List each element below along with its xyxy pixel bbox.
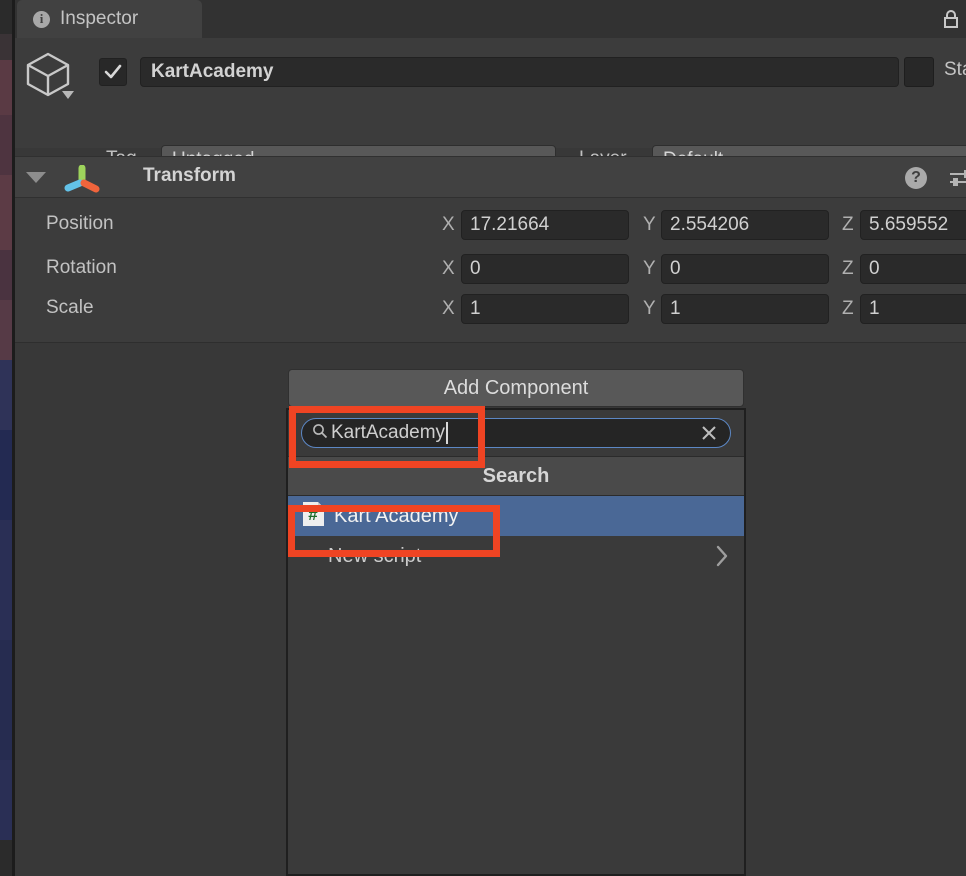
component-search-row: KartAcademy xyxy=(288,410,744,456)
scale-label: Scale xyxy=(46,297,94,318)
rotation-x-axis-label: X xyxy=(442,258,455,279)
inspector-tab-bar: i Inspector xyxy=(15,0,966,38)
position-y-axis-label: Y xyxy=(643,214,656,235)
transform-row-rotation: Rotation X 0 Y 0 Z 0 xyxy=(15,252,966,286)
help-icon[interactable]: ? xyxy=(905,167,927,189)
scale-x-input[interactable]: 1 xyxy=(461,294,629,324)
close-icon[interactable] xyxy=(698,422,720,444)
search-section-header: Search xyxy=(288,456,744,496)
transform-row-scale: Scale X 1 Y 1 Z 1 xyxy=(15,292,966,326)
rotation-z-axis-label: Z xyxy=(842,258,854,279)
foldout-triangle-icon[interactable] xyxy=(26,172,46,183)
lock-icon[interactable] xyxy=(940,8,962,30)
component-result-kart-academy[interactable]: # Kart Academy xyxy=(288,496,744,536)
component-search-value: KartAcademy xyxy=(331,422,446,443)
rotation-z-input[interactable]: 0 xyxy=(860,254,966,284)
text-cursor xyxy=(446,422,449,444)
search-icon xyxy=(312,423,328,444)
tab-inspector[interactable]: i Inspector xyxy=(17,0,202,38)
transform-title: Transform xyxy=(143,165,236,186)
rotation-label: Rotation xyxy=(46,257,117,278)
scale-z-axis-label: Z xyxy=(842,298,854,319)
static-checkbox[interactable] xyxy=(904,57,934,87)
new-script-row[interactable]: New script xyxy=(288,536,744,576)
preset-settings-icon[interactable] xyxy=(949,168,966,188)
component-result-label: Kart Academy xyxy=(334,504,459,527)
rotation-y-input[interactable]: 0 xyxy=(661,254,829,284)
add-component-button[interactable]: Add Component xyxy=(288,369,744,407)
section-divider xyxy=(15,342,966,343)
gameobject-enabled-checkbox[interactable] xyxy=(99,58,127,86)
position-y-input[interactable]: 2.554206 xyxy=(661,210,829,240)
position-label: Position xyxy=(46,213,114,234)
dropdown-empty-area xyxy=(288,576,744,874)
adjacent-panel-strip xyxy=(0,0,12,876)
transform-component-header[interactable]: Transform ? xyxy=(15,156,966,198)
rotation-y-axis-label: Y xyxy=(643,258,656,279)
info-icon: i xyxy=(33,10,50,28)
gameobject-header: KartAcademy Sta Tag Untagged Layer Defau… xyxy=(15,38,966,175)
position-z-axis-label: Z xyxy=(842,214,854,235)
new-script-label: New script xyxy=(328,544,422,567)
position-x-axis-label: X xyxy=(442,214,455,235)
chevron-right-icon xyxy=(714,544,730,573)
scale-z-input[interactable]: 1 xyxy=(860,294,966,324)
transform-component-body: Position X 17.21664 Y 2.554206 Z 5.65955… xyxy=(15,198,966,342)
static-label: Sta xyxy=(944,59,966,80)
scale-y-input[interactable]: 1 xyxy=(661,294,829,324)
position-x-input[interactable]: 17.21664 xyxy=(461,210,629,240)
rotation-x-input[interactable]: 0 xyxy=(461,254,629,284)
tab-inspector-label: Inspector xyxy=(60,8,139,29)
transform-gizmo-icon xyxy=(63,164,101,193)
scale-y-axis-label: Y xyxy=(643,298,656,319)
gameobject-name-input[interactable]: KartAcademy xyxy=(140,57,899,87)
cube-icon[interactable] xyxy=(24,50,80,102)
svg-text:#: # xyxy=(308,505,318,524)
transform-row-position: Position X 17.21664 Y 2.554206 Z 5.65955… xyxy=(15,208,966,242)
position-z-input[interactable]: 5.659552 xyxy=(860,210,966,240)
add-component-dropdown: KartAcademy Search # Kart Academy New sc… xyxy=(286,408,746,876)
scale-x-axis-label: X xyxy=(442,298,455,319)
component-search-input[interactable]: KartAcademy xyxy=(301,418,731,448)
csharp-script-icon: # xyxy=(302,501,326,532)
